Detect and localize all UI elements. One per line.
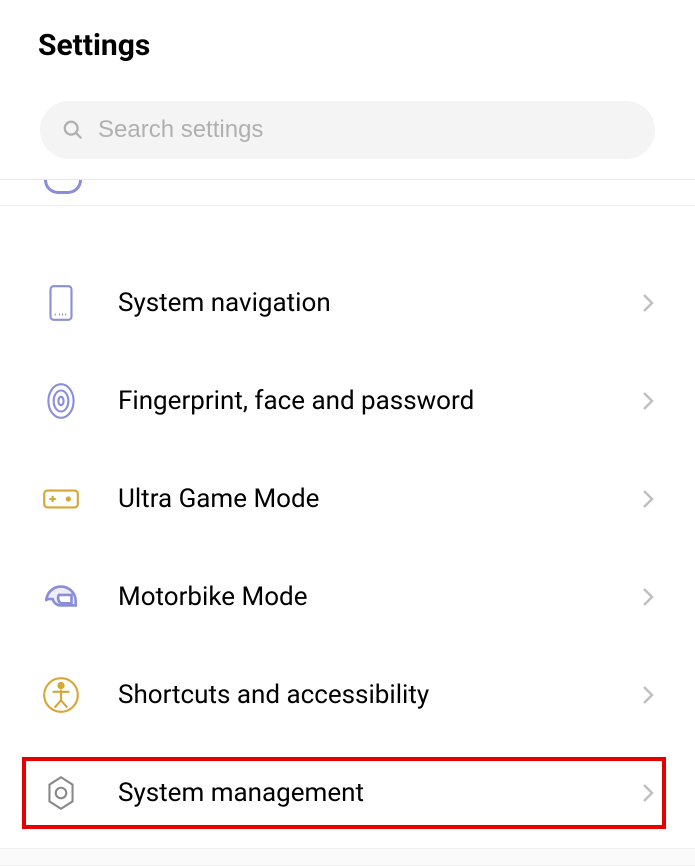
settings-row-label: System navigation	[118, 288, 641, 318]
settings-row-motorbike-mode[interactable]: Motorbike Mode	[0, 548, 695, 646]
search-input[interactable]	[98, 116, 633, 144]
chevron-right-icon	[641, 782, 655, 804]
settings-list: System navigation Fingerprint, face and …	[0, 180, 695, 866]
settings-row-label: Ultra Game Mode	[118, 484, 641, 514]
settings-row-label: Fingerprint, face and password	[118, 386, 641, 416]
chevron-right-icon	[641, 292, 655, 314]
settings-row-label: Shortcuts and accessibility	[118, 680, 641, 710]
settings-row-system-navigation[interactable]: System navigation	[0, 254, 695, 352]
search-box[interactable]	[40, 101, 655, 159]
phone-navigation-icon	[40, 282, 82, 324]
settings-row-shortcuts-accessibility[interactable]: Shortcuts and accessibility	[0, 646, 695, 744]
chevron-right-icon	[641, 684, 655, 706]
gamepad-icon	[40, 478, 82, 520]
settings-row-label: System management	[118, 778, 641, 808]
settings-row-label: Motorbike Mode	[118, 582, 641, 612]
chevron-right-icon	[641, 488, 655, 510]
header: Settings	[0, 0, 695, 83]
partial-cutoff-row	[0, 180, 695, 206]
settings-row-ultra-game-mode[interactable]: Ultra Game Mode	[0, 450, 695, 548]
fingerprint-icon	[40, 380, 82, 422]
chevron-right-icon	[641, 586, 655, 608]
gear-icon	[40, 772, 82, 814]
section-gap	[0, 848, 695, 866]
page-title: Settings	[38, 28, 657, 63]
partial-icon	[44, 180, 82, 194]
search-icon	[62, 119, 84, 141]
settings-row-system-management[interactable]: System management	[0, 744, 695, 842]
accessibility-icon	[40, 674, 82, 716]
settings-row-fingerprint[interactable]: Fingerprint, face and password	[0, 352, 695, 450]
chevron-right-icon	[641, 390, 655, 412]
helmet-icon	[40, 576, 82, 618]
